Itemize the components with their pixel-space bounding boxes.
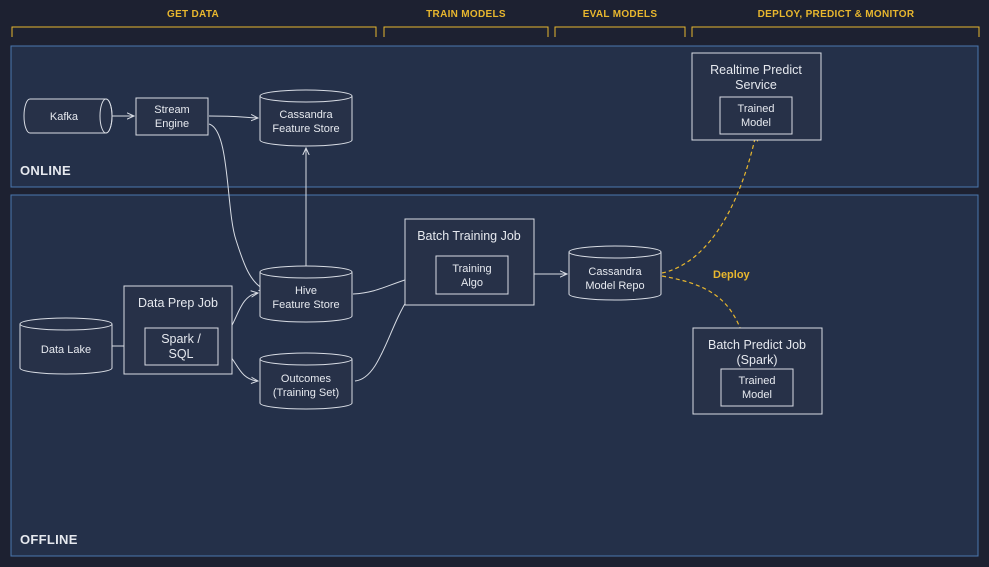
hive-feature-store-label-line1: Hive bbox=[295, 285, 317, 297]
stage-label-train-models: TRAIN MODELS bbox=[426, 9, 506, 20]
pipeline-diagram: GET DATA TRAIN MODELS EVAL MODELS DEPLOY… bbox=[0, 0, 989, 567]
diagram-canvas: GET DATA TRAIN MODELS EVAL MODELS DEPLOY… bbox=[10, 9, 980, 557]
stage-header-deploy: DEPLOY, PREDICT & MONITOR bbox=[691, 9, 980, 37]
realtime-trained-model-label-line2: Model bbox=[741, 117, 771, 129]
stage-bracket bbox=[383, 26, 549, 37]
cassandra-feature-store-label-line1: Cassandra bbox=[279, 109, 333, 121]
outcomes-node: Outcomes (Training Set) bbox=[259, 352, 353, 410]
realtime-predict-service-node: Realtime Predict Service Trained Model bbox=[691, 52, 822, 141]
stage-bracket bbox=[11, 26, 377, 37]
hive-feature-store-label-line2: Feature Store bbox=[272, 299, 339, 311]
training-algo-label-line2: Algo bbox=[461, 277, 483, 289]
cassandra-model-repo-label-line2: Model Repo bbox=[585, 280, 644, 292]
cassandra-model-repo-node: Cassandra Model Repo bbox=[568, 245, 662, 301]
kafka-node: Kafka bbox=[23, 98, 113, 134]
outcomes-label-line2: (Training Set) bbox=[273, 387, 339, 399]
spark-sql-label-line2: SQL bbox=[168, 347, 193, 361]
deploy-label: Deploy bbox=[713, 269, 751, 281]
stage-label-eval-models: EVAL MODELS bbox=[583, 9, 658, 20]
cassandra-feature-store-node: Cassandra Feature Store bbox=[259, 89, 353, 147]
cassandra-feature-store-label-line2: Feature Store bbox=[272, 123, 339, 135]
stage-header-train-models: TRAIN MODELS bbox=[383, 9, 549, 37]
data-lake-node: Data Lake bbox=[19, 317, 113, 375]
batch-predict-job-label-line2: (Spark) bbox=[737, 353, 778, 367]
realtime-predict-label-line2: Service bbox=[735, 78, 777, 92]
training-algo-node: Training Algo bbox=[435, 255, 509, 295]
batch-trained-model-label-line1: Trained bbox=[739, 375, 776, 387]
stage-header-get-data: GET DATA bbox=[11, 9, 377, 37]
cassandra-model-repo-label-line1: Cassandra bbox=[588, 266, 642, 278]
stage-label-get-data: GET DATA bbox=[167, 9, 219, 20]
stage-bracket bbox=[691, 26, 980, 37]
online-zone-label: ONLINE bbox=[20, 163, 71, 178]
offline-zone-label: OFFLINE bbox=[20, 532, 78, 547]
stage-bracket bbox=[554, 26, 686, 37]
spark-sql-node: Spark / SQL bbox=[144, 327, 219, 366]
data-prep-job-label: Data Prep Job bbox=[138, 296, 218, 310]
batch-trained-model-node: Trained Model bbox=[720, 368, 794, 407]
hive-feature-store-node: Hive Feature Store bbox=[259, 265, 353, 323]
stage-label-deploy-predict-monitor: DEPLOY, PREDICT & MONITOR bbox=[758, 9, 915, 20]
realtime-trained-model-label-line1: Trained bbox=[738, 103, 775, 115]
data-lake-label: Data Lake bbox=[41, 344, 91, 356]
training-algo-label-line1: Training bbox=[452, 263, 491, 275]
batch-predict-job-node: Batch Predict Job (Spark) Trained Model bbox=[692, 327, 823, 415]
data-prep-job-node: Data Prep Job Spark / SQL bbox=[123, 285, 233, 375]
batch-predict-job-label-line1: Batch Predict Job bbox=[708, 338, 806, 352]
stream-engine-label-line2: Engine bbox=[155, 118, 189, 130]
outcomes-label-line1: Outcomes bbox=[281, 373, 332, 385]
spark-sql-label-line1: Spark / bbox=[161, 332, 201, 346]
kafka-label: Kafka bbox=[50, 111, 79, 123]
batch-training-job-label: Batch Training Job bbox=[417, 229, 521, 243]
stream-engine-node: Stream Engine bbox=[135, 97, 209, 136]
stage-header-eval-models: EVAL MODELS bbox=[554, 9, 686, 37]
batch-trained-model-label-line2: Model bbox=[742, 389, 772, 401]
stream-engine-label-line1: Stream bbox=[154, 104, 189, 116]
batch-training-job-node: Batch Training Job Training Algo bbox=[404, 218, 535, 306]
realtime-predict-label-line1: Realtime Predict bbox=[710, 63, 802, 77]
realtime-trained-model-node: Trained Model bbox=[719, 96, 793, 135]
